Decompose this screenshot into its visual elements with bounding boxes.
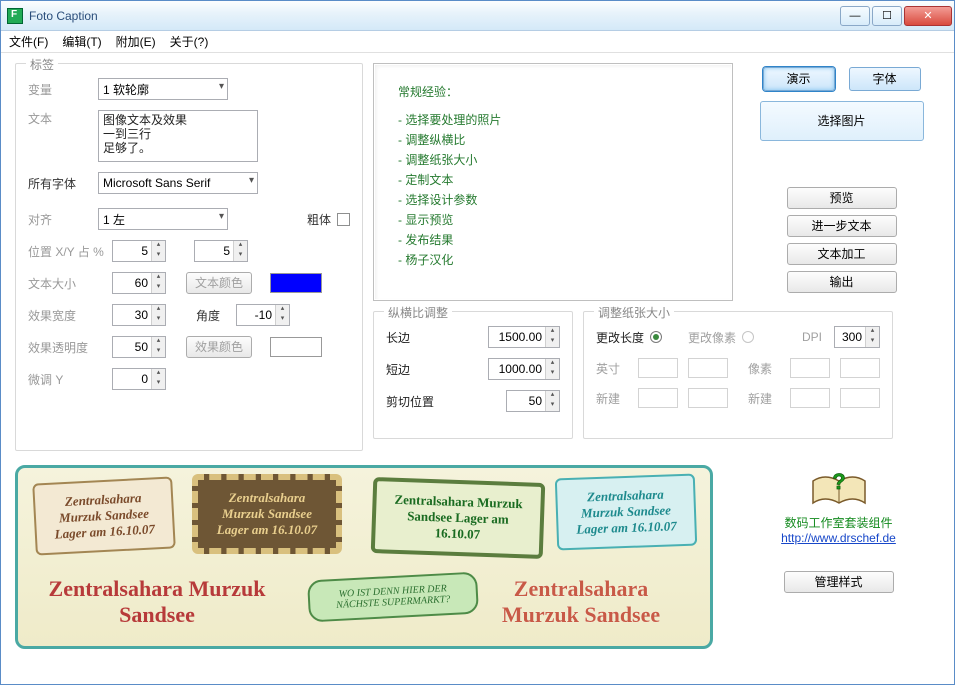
label-groupbox: 标签 变量 1 软轮廓 文本 图像文本及效果 一到三行 足够了。 所有字体 Mi… — [15, 63, 363, 451]
effectwidth-spinner[interactable]: ▴▾ — [112, 304, 166, 326]
experience-item: - 定制文本 — [398, 170, 708, 190]
align-label: 对齐 — [28, 211, 98, 228]
position-label: 位置 X/Y 占 % — [28, 243, 112, 260]
experience-panel: 常规经验： - 选择要处理的照片 - 调整纵横比 - 调整纸张大小 - 定制文本… — [373, 63, 733, 301]
inch-label: 英寸 — [596, 360, 628, 377]
text-color-swatch[interactable] — [270, 273, 322, 293]
inch-h-input[interactable] — [688, 358, 728, 378]
new2-w-input[interactable] — [790, 388, 830, 408]
export-button[interactable]: 输出 — [787, 271, 897, 293]
pixel-w-input[interactable] — [790, 358, 830, 378]
help-book-icon: ? — [809, 469, 869, 513]
finey-label: 微调 Y — [28, 371, 98, 388]
menu-attach[interactable]: 附加(E) — [116, 33, 156, 50]
demo-button[interactable]: 演示 — [763, 67, 835, 91]
changepx-radio[interactable] — [742, 331, 754, 343]
sample-bigtext-2: Zentralsahara Murzuk Sandsee — [476, 576, 686, 628]
effectwidth-label: 效果宽度 — [28, 307, 98, 324]
text-color-button[interactable]: 文本颜色 — [186, 272, 252, 294]
changelen-radio[interactable] — [650, 331, 662, 343]
sample-banner: Zentralsahara Murzuk Sandsee Lager am 16… — [15, 465, 713, 649]
position-y-spinner[interactable]: ▴▾ — [194, 240, 248, 262]
aspect-legend: 纵横比调整 — [384, 304, 452, 321]
changelen-label: 更改长度 — [596, 329, 644, 346]
text-textarea[interactable]: 图像文本及效果 一到三行 足够了。 — [98, 110, 258, 162]
text-label: 文本 — [28, 110, 98, 127]
bold-label: 粗体 — [307, 211, 331, 228]
menu-file[interactable]: 文件(F) — [9, 33, 48, 50]
align-dropdown[interactable]: 1 左 — [98, 208, 228, 230]
crop-spinner[interactable]: ▴▾ — [506, 390, 560, 412]
effect-color-button[interactable]: 效果颜色 — [186, 336, 252, 358]
new2-h-input[interactable] — [840, 388, 880, 408]
maximize-button[interactable]: ☐ — [872, 6, 902, 26]
menubar: 文件(F) 编辑(T) 附加(E) 关于(?) — [1, 31, 954, 53]
short-spinner[interactable]: ▴▾ — [488, 358, 560, 380]
dpi-label: DPI — [802, 330, 822, 344]
sample-speech: WO IST DENN HIER DER NÄCHSTE SUPERMARKT? — [307, 572, 479, 623]
sample-card-4: Zentralsahara Murzuk Sandsee Lager am 16… — [555, 474, 697, 551]
experience-item: - 发布结果 — [398, 230, 708, 250]
angle-spinner[interactable]: ▴▾ — [236, 304, 290, 326]
sample-bigtext-1: Zentralsahara Murzuk Sandsee — [42, 576, 272, 628]
experience-item: - 选择设计参数 — [398, 190, 708, 210]
experience-item: - 杨子汉化 — [398, 250, 708, 270]
sample-card-1: Zentralsahara Murzuk Sandsee Lager am 16… — [32, 476, 176, 555]
long-spinner[interactable]: ▴▾ — [488, 326, 560, 348]
textsize-label: 文本大小 — [28, 275, 98, 292]
papersize-legend: 调整纸张大小 — [594, 304, 674, 321]
crop-label: 剪切位置 — [386, 393, 446, 410]
experience-header: 常规经验： — [398, 82, 708, 102]
font-button[interactable]: 字体 — [849, 67, 921, 91]
dpi-spinner[interactable]: ▴▾ — [834, 326, 880, 348]
titlebar: Foto Caption — ☐ ✕ — [1, 1, 954, 31]
experience-item: - 显示预览 — [398, 210, 708, 230]
experience-item: - 调整纸张大小 — [398, 150, 708, 170]
textsize-spinner[interactable]: ▴▾ — [112, 272, 166, 294]
finey-spinner[interactable]: ▴▾ — [112, 368, 166, 390]
long-label: 长边 — [386, 329, 446, 346]
opacity-spinner[interactable]: ▴▾ — [112, 336, 166, 358]
variable-dropdown[interactable]: 1 软轮廓 — [98, 78, 228, 100]
papersize-groupbox: 调整纸张大小 更改长度 更改像素 DPI ▴▾ 英寸 — [583, 311, 893, 439]
app-icon — [7, 8, 23, 24]
bold-checkbox[interactable] — [337, 213, 350, 226]
new2-label: 新建 — [748, 390, 780, 407]
suite-text: 数码工作室套装组件 — [784, 515, 892, 531]
menu-about[interactable]: 关于(?) — [170, 33, 209, 50]
text-process-button[interactable]: 文本加工 — [787, 243, 897, 265]
choose-image-button[interactable]: 选择图片 — [760, 101, 924, 141]
short-label: 短边 — [386, 361, 446, 378]
angle-label: 角度 — [196, 307, 236, 324]
website-link[interactable]: http://www.drschef.de — [781, 531, 896, 545]
experience-item: - 选择要处理的照片 — [398, 110, 708, 130]
font-label: 所有字体 — [28, 175, 98, 192]
variable-label: 变量 — [28, 81, 98, 98]
preview-button[interactable]: 预览 — [787, 187, 897, 209]
font-dropdown[interactable]: Microsoft Sans Serif — [98, 172, 258, 194]
more-text-button[interactable]: 进一步文本 — [787, 215, 897, 237]
pixel-h-input[interactable] — [840, 358, 880, 378]
manage-style-button[interactable]: 管理样式 — [784, 571, 894, 593]
window-title: Foto Caption — [29, 9, 840, 23]
inch-w-input[interactable] — [638, 358, 678, 378]
minimize-button[interactable]: — — [840, 6, 870, 26]
close-button[interactable]: ✕ — [904, 6, 952, 26]
new1-w-input[interactable] — [638, 388, 678, 408]
app-window: Foto Caption — ☐ ✕ 文件(F) 编辑(T) 附加(E) 关于(… — [0, 0, 955, 685]
sample-card-3: Zentralsahara Murzuk Sandsee Lager am 16… — [371, 477, 546, 559]
opacity-label: 效果透明度 — [28, 339, 98, 356]
label-legend: 标签 — [26, 56, 58, 73]
new1-label: 新建 — [596, 390, 628, 407]
aspect-groupbox: 纵横比调整 长边 ▴▾ 短边 ▴▾ 剪切位置 — [373, 311, 573, 439]
new1-h-input[interactable] — [688, 388, 728, 408]
sample-card-2: Zentralsahara Murzuk Sandsee Lager am 16… — [192, 474, 342, 554]
changepx-label: 更改像素 — [688, 329, 736, 346]
pixel-label: 像素 — [748, 360, 780, 377]
effect-color-swatch[interactable] — [270, 337, 322, 357]
svg-text:?: ? — [832, 469, 845, 494]
experience-item: - 调整纵横比 — [398, 130, 708, 150]
position-x-spinner[interactable]: ▴▾ — [112, 240, 166, 262]
menu-edit[interactable]: 编辑(T) — [62, 33, 101, 50]
